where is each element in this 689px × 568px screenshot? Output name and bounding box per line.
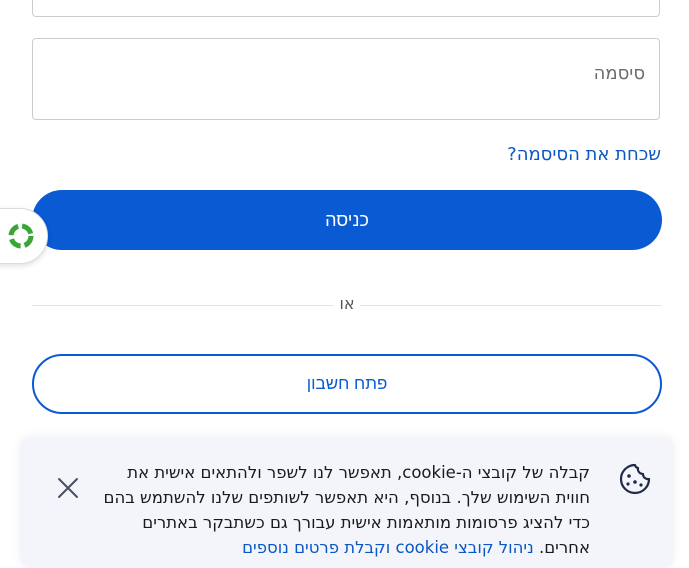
circular-arrows-icon xyxy=(8,223,34,249)
divider-label: או xyxy=(334,294,360,313)
cookie-banner-text: קבלה של קובצי ה-cookie, תאפשר לנו לשפר ו… xyxy=(90,460,590,560)
password-field[interactable]: סיסמה xyxy=(32,38,660,120)
forgot-password-link[interactable]: שכחת את הסיסמה? xyxy=(507,144,661,165)
cookie-settings-link[interactable]: ניהול קובצי cookie וקבלת פרטים נוספים xyxy=(242,538,534,557)
cookie-icon xyxy=(619,463,651,495)
close-icon[interactable] xyxy=(56,476,80,500)
email-field[interactable] xyxy=(32,0,660,17)
login-button[interactable]: כניסה xyxy=(32,190,662,250)
create-account-button[interactable]: פתח חשבון xyxy=(32,354,662,414)
password-placeholder: סיסמה xyxy=(593,63,645,84)
accessibility-widget-button[interactable] xyxy=(0,208,48,264)
cookie-banner: קבלה של קובצי ה-cookie, תאפשר לנו לשפר ו… xyxy=(20,438,674,568)
